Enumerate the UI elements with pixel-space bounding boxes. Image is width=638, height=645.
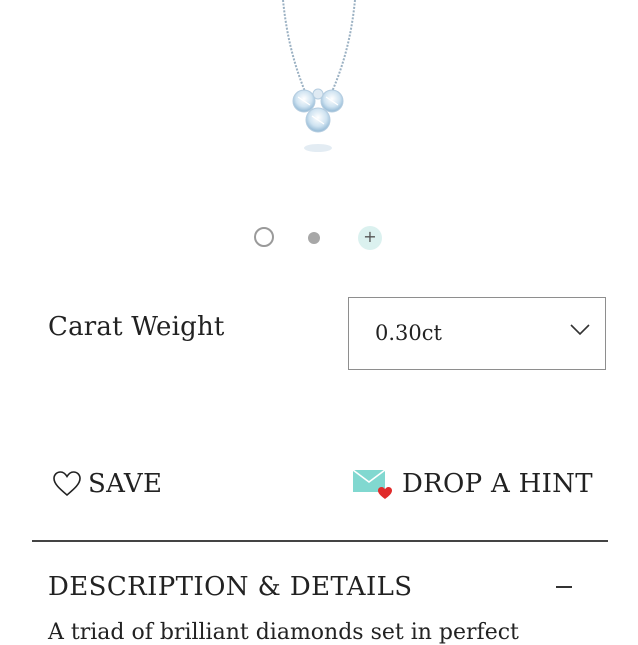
- carousel-more-button[interactable]: +: [358, 226, 382, 250]
- pendant-necklace-image: [282, 0, 356, 152]
- drop-a-hint-label: DROP A HINT: [402, 469, 593, 499]
- save-button[interactable]: SAVE: [52, 464, 162, 504]
- chevron-down-icon: [570, 324, 590, 336]
- save-label: SAVE: [88, 469, 163, 499]
- drop-a-hint-button[interactable]: DROP A HINT: [352, 464, 593, 504]
- envelope-heart-icon: [352, 469, 392, 499]
- description-text: A triad of brilliant diamonds set in per…: [48, 620, 519, 645]
- image-carousel-indicators: +: [0, 226, 638, 250]
- description-details-heading[interactable]: DESCRIPTION & DETAILS: [48, 572, 413, 602]
- collapse-minus-icon[interactable]: [556, 586, 572, 588]
- heart-outline-icon: [53, 471, 81, 497]
- product-image[interactable]: [0, 0, 638, 190]
- carat-weight-select[interactable]: 0.30ct: [348, 297, 606, 370]
- carat-weight-value: 0.30ct: [375, 321, 442, 345]
- carousel-dot-1[interactable]: [254, 227, 274, 247]
- carat-weight-label: Carat Weight: [48, 312, 225, 342]
- section-divider: [32, 540, 608, 542]
- carousel-dot-2[interactable]: [308, 232, 320, 244]
